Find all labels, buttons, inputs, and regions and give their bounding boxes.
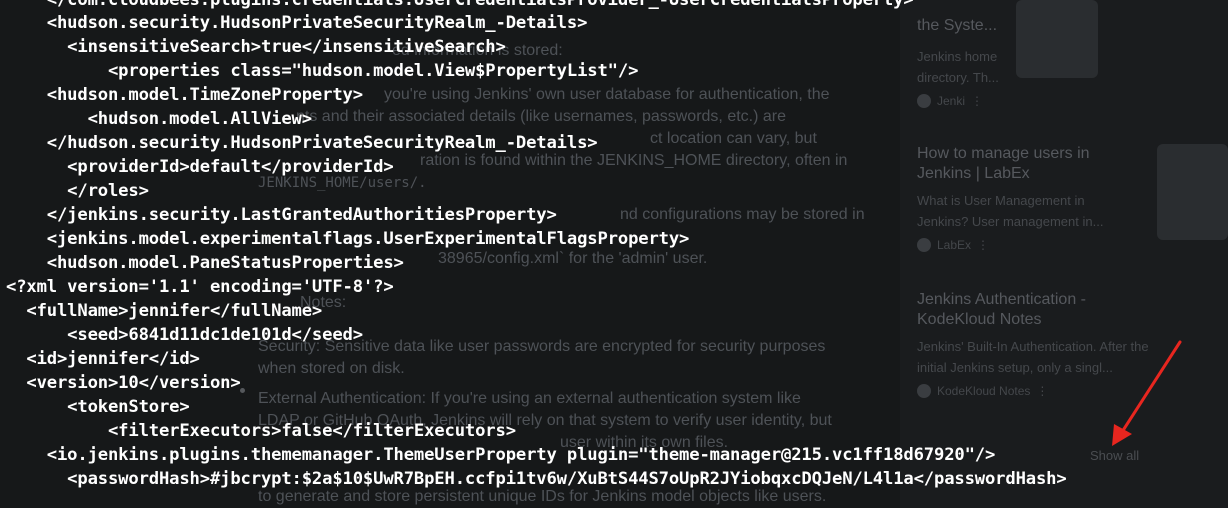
red-arrow-annotation-icon	[1112, 340, 1182, 446]
